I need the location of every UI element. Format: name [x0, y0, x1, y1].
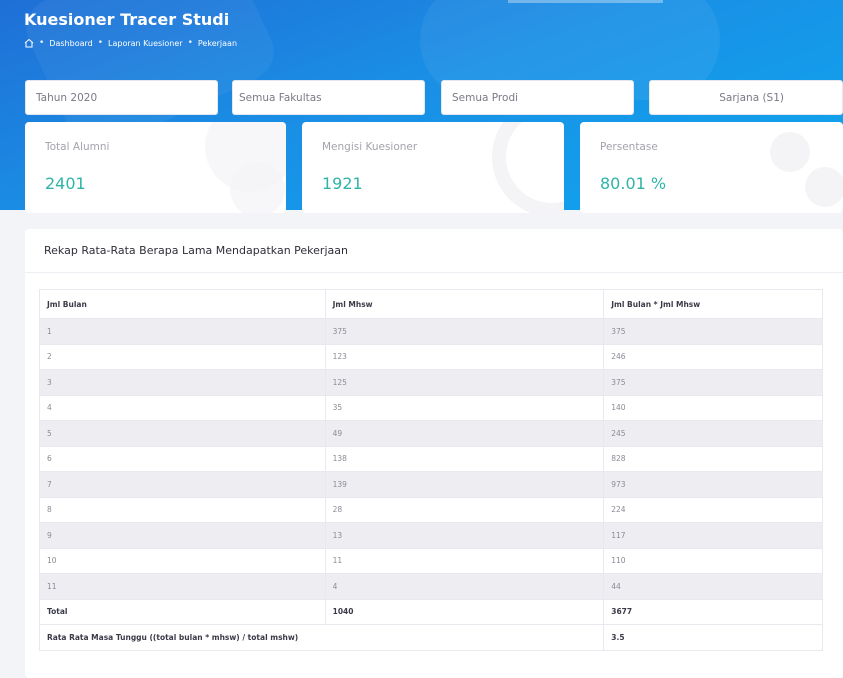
table-cell: 375 — [603, 318, 823, 345]
table-cell: 138 — [324, 445, 605, 472]
table-cell: 8 — [39, 496, 326, 523]
table-cell: 828 — [603, 445, 823, 472]
home-icon[interactable] — [24, 38, 34, 48]
table-row: 2 123 246 — [39, 343, 823, 370]
table-average-row: Rata Rata Masa Tunggu ((total bulan * mh… — [38, 624, 823, 651]
card-decoration — [770, 132, 810, 172]
stat-card-mengisi: Mengisi Kuesioner 1921 — [302, 122, 564, 213]
table-cell: 973 — [603, 471, 823, 498]
table-cell: 2 — [39, 343, 326, 370]
table-cell: 49 — [324, 420, 605, 447]
level-select[interactable]: Sarjana (S1) — [649, 80, 843, 115]
level-select-value: Sarjana (S1) — [719, 91, 784, 104]
stat-value: 1921 — [322, 174, 363, 193]
table-row: 9 13 117 — [39, 522, 823, 549]
stat-card-total-alumni: Total Alumni 2401 — [25, 122, 286, 213]
header-decoration — [508, 0, 663, 3]
prodi-select-value: Semua Prodi — [452, 91, 519, 104]
recap-panel: Rekap Rata-Rata Berapa Lama Mendapatkan … — [25, 229, 843, 678]
faculty-select-value: Semua Fakultas — [239, 91, 322, 104]
breadcrumb-separator: • — [39, 38, 45, 48]
stat-label: Total Alumni — [45, 141, 110, 153]
breadcrumb-dashboard[interactable]: Dashboard — [49, 39, 92, 48]
breadcrumb-separator: • — [97, 38, 104, 48]
breadcrumb-separator: • — [187, 38, 193, 48]
table-row: 7 139 973 — [39, 471, 823, 498]
table-cell: 13 — [324, 522, 605, 549]
table-cell: 110 — [603, 547, 823, 574]
card-decoration — [230, 162, 285, 213]
recap-table: Jml Bulan Jml Mhsw Jml Bulan * Jml Mhsw … — [38, 289, 823, 651]
table-cell: 140 — [603, 394, 823, 421]
table-cell: Total — [39, 598, 326, 625]
faculty-select[interactable]: Semua Fakultas — [232, 80, 425, 115]
filter-bar: Tahun 2020 Semua Fakultas Semua Prodi Sa… — [25, 80, 843, 115]
stat-value: 80.01 % — [600, 174, 667, 193]
breadcrumb-laporan[interactable]: Laporan Kuesioner — [108, 39, 183, 48]
table-row: 4 35 140 — [39, 394, 823, 421]
year-select-value: Tahun 2020 — [36, 91, 98, 104]
table-cell: 28 — [324, 496, 605, 523]
column-header: Jml Mhsw — [324, 289, 605, 319]
stat-card-persentase: Persentase 80.01 % — [580, 122, 843, 213]
table-cell: 6 — [39, 445, 326, 472]
table-cell: 245 — [603, 420, 823, 447]
table-cell: 224 — [603, 496, 823, 523]
table-cell: 9 — [39, 522, 326, 549]
table-cell: 4 — [324, 573, 605, 600]
table-cell: 1 — [39, 318, 326, 345]
card-decoration — [492, 122, 564, 213]
card-decoration — [805, 167, 843, 207]
average-label: Rata Rata Masa Tunggu ((total bulan * mh… — [38, 624, 605, 651]
table-row: 3 125 375 — [39, 369, 823, 396]
table-cell: 1040 — [324, 598, 605, 625]
table-row: 6 138 828 — [39, 445, 823, 472]
page-title: Kuesioner Tracer Studi — [24, 10, 230, 29]
breadcrumb-pekerjaan: Pekerjaan — [197, 38, 238, 48]
breadcrumb: • Dashboard • Laporan Kuesioner • Pekerj… — [24, 38, 237, 48]
table-cell: 4 — [39, 394, 326, 421]
table-row: 8 28 224 — [39, 496, 823, 523]
prodi-select[interactable]: Semua Prodi — [441, 80, 634, 115]
table-row: 1 375 375 — [39, 318, 823, 345]
column-header: Jml Bulan — [39, 289, 326, 319]
stat-label: Persentase — [600, 141, 658, 153]
table-cell: 125 — [324, 369, 605, 396]
table-cell: 375 — [324, 318, 605, 345]
table-cell: 11 — [39, 573, 326, 600]
average-value: 3.5 — [603, 624, 823, 651]
year-select[interactable]: Tahun 2020 — [25, 80, 218, 115]
table-total-row: Total 1040 3677 — [39, 598, 823, 625]
table-row: 5 49 245 — [39, 420, 823, 447]
column-header: Jml Bulan * Jml Mhsw — [603, 289, 823, 319]
table-cell: 44 — [603, 573, 823, 600]
table-cell: 7 — [39, 471, 326, 498]
stat-label: Mengisi Kuesioner — [322, 141, 418, 153]
table-row: 11 4 44 — [39, 573, 823, 600]
stat-value: 2401 — [45, 174, 86, 193]
table-row: 10 11 110 — [39, 547, 823, 574]
panel-title: Rekap Rata-Rata Berapa Lama Mendapatkan … — [44, 244, 348, 257]
table-cell: 3 — [39, 369, 326, 396]
table-cell: 35 — [324, 394, 605, 421]
table-cell: 5 — [39, 420, 326, 447]
table-cell: 123 — [324, 343, 605, 370]
table-cell: 117 — [603, 522, 823, 549]
table-cell: 139 — [324, 471, 605, 498]
table-cell: 246 — [603, 343, 823, 370]
divider — [25, 272, 843, 273]
table-cell: 375 — [603, 369, 823, 396]
table-cell: 3677 — [603, 598, 823, 625]
table-cell: 11 — [324, 547, 605, 574]
table-header-row: Jml Bulan Jml Mhsw Jml Bulan * Jml Mhsw — [39, 289, 823, 319]
table-cell: 10 — [39, 547, 326, 574]
